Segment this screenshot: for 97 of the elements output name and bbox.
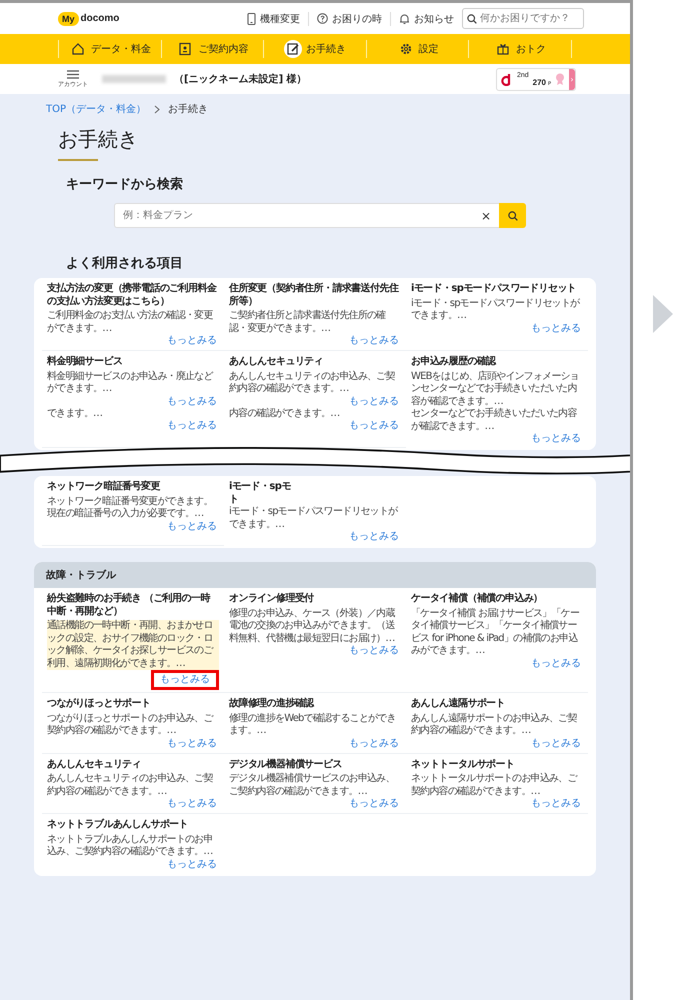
document-icon <box>178 42 192 56</box>
breadcrumb-current: お手続き <box>168 102 208 116</box>
more-link[interactable]: もっとみる <box>529 433 583 445</box>
item-description: ネットトータルサポートのお申込み、ご契約内容の確認ができます。… <box>411 773 578 798</box>
gift-icon <box>496 42 510 56</box>
item-title: オンライン修理受付 <box>229 593 315 606</box>
nav-tab[interactable]: お手続き <box>263 40 366 58</box>
ribbon-icon <box>555 73 565 85</box>
points-value: 270 <box>532 78 546 86</box>
item-description: できます。… <box>47 408 104 420</box>
nav-tab[interactable]: ご契約内容 <box>160 40 264 58</box>
edit-icon <box>286 42 300 56</box>
section-heading: よく利用される項目 <box>66 255 184 272</box>
item-title: お申込み履歴の確認 <box>411 356 498 368</box>
item-description: iモード・spモードパスワードリセットができます。… <box>229 506 399 531</box>
item-description: 通話機能の一時中断・再開、おまかせロックの設定、おサイフ機能のロック・ロック解除、ケータイお探しサービスのご利用、遠隔初期化ができます。… <box>47 620 219 670</box>
more-link[interactable]: もっとみる <box>165 420 219 432</box>
item-description: ネットワーク暗証番号変更ができます。現在の暗証番号の入力が必要です。… <box>47 496 214 520</box>
more-link[interactable]: もっとみる <box>347 420 401 432</box>
item-description: あんしんセキュリティのお申込み、ご契約内容の確認ができます。… <box>47 773 214 798</box>
more-link[interactable]: もっとみる <box>529 798 583 810</box>
item-title: あんしん遠隔サポート <box>411 698 506 710</box>
more-link[interactable]: もっとみる <box>347 645 401 657</box>
d-point-icon <box>501 72 513 86</box>
more-link[interactable]: もっとみる <box>165 520 219 532</box>
item-title: iモード・spモ <box>229 481 292 494</box>
item-description: ご利用料金のお支払い方法の確認・変更ができます。… <box>47 310 214 335</box>
header-link[interactable]: お困りの時 <box>317 12 382 26</box>
item-description: あんしん遠隔サポートのお申込み、ご契約内容の確認ができます。… <box>411 712 578 738</box>
masked-name <box>102 75 166 83</box>
more-link[interactable]: もっとみる <box>529 322 583 334</box>
item-description: つながりほっとサポートのお申込み、ご契約内容の確認ができます。… <box>47 712 214 738</box>
item-description: デジタル機器補償サービスのお申込み、ご契約内容の確認ができます。… <box>229 773 396 798</box>
item-title: ネットワーク暗証番号変更 <box>47 481 162 494</box>
item-description: ネットトラブルあんしんサポートのお申込み、ご契約内容の確認ができます。… <box>47 834 214 858</box>
item-title: つながりほっとサポート <box>47 698 152 710</box>
item-title: 支払方法の変更（携帯電話のご利用料金の支払い方法変更はこちら） <box>47 283 218 308</box>
more-link[interactable]: もっとみる <box>165 858 219 870</box>
header-link[interactable]: 機種変更 <box>247 12 300 26</box>
logo-text[interactable]: docomo <box>80 13 120 24</box>
item-title: ネットトラブルあんしんサポート <box>47 819 190 832</box>
more-link[interactable]: もっとみる <box>347 396 401 408</box>
item-description: センターなどでお手続きいただいた内容が確認できます。… <box>411 408 578 433</box>
item-title: 紛失盗難時のお手続き （ご利用の一時中断・再開など） <box>47 593 212 618</box>
breadcrumb-link[interactable]: TOP（データ・料金） <box>46 102 146 116</box>
more-link[interactable]: もっとみる <box>154 673 216 687</box>
item-description: ご契約者住所と請求書送付先住所の確認・変更ができます。… <box>229 310 386 335</box>
item-title: 住所変更（契約者住所・請求書送付先住所等） <box>229 283 400 308</box>
nav-tab[interactable]: データ・料金 <box>58 40 161 58</box>
item-title: iモード・spモードパスワードリセット <box>411 283 578 296</box>
search-icon <box>467 14 477 24</box>
item-description: iモード・spモードパスワードリセットができます。… <box>411 298 581 322</box>
item-description: 修理のお申込み、ケース（外装）／内蔵電池の交換のお申込みができます。（送料無料、代替機は最短翌日にお届け）… <box>229 608 396 645</box>
search-icon <box>508 210 518 220</box>
nav-tab[interactable]: 設定 <box>366 40 468 58</box>
more-link[interactable]: もっとみる <box>347 335 401 347</box>
clear-button[interactable]: × <box>480 208 491 222</box>
search-field[interactable]: 何かお困りですか？ <box>462 8 584 29</box>
more-link[interactable]: もっとみる <box>165 738 219 750</box>
item-title: ケータイ補償（補償の申込み） <box>411 593 544 606</box>
chevron-icon <box>154 104 160 114</box>
header-link[interactable]: お知らせ <box>399 12 454 26</box>
more-link[interactable]: もっとみる <box>529 658 583 670</box>
more-link[interactable]: もっとみる <box>347 531 401 543</box>
section-heading: キーワードから検索 <box>66 176 184 193</box>
more-link[interactable]: もっとみる <box>529 738 583 750</box>
more-link[interactable]: もっとみる <box>165 335 219 347</box>
item-description: 「ケータイ補償 お届けサービス」「ケータイ補償サービス」「ケータイ補償サービス for iPhone & iPad」の補償のお申込みができます。… <box>411 608 580 658</box>
logo-badge[interactable]: My <box>58 12 79 26</box>
more-link[interactable]: もっとみる <box>165 396 219 408</box>
next-arrow-icon <box>653 295 673 333</box>
item-title: ト <box>229 494 240 506</box>
more-link[interactable]: もっとみる <box>347 798 401 810</box>
item-title: 料金明細サービス <box>47 356 124 368</box>
item-description: あんしんセキュリティのお申込み、ご契約内容の確認ができます。… <box>229 370 396 396</box>
item-title: あんしんセキュリティ <box>229 356 324 368</box>
gear-icon <box>398 42 413 56</box>
phone-icon <box>247 12 256 24</box>
item-title: 故障修理の進捗確認 <box>229 698 316 710</box>
page-title: お手続き <box>58 126 138 161</box>
bell-icon <box>399 12 410 24</box>
more-link[interactable]: もっとみる <box>347 738 401 750</box>
search-button[interactable] <box>499 203 526 228</box>
nickname: （[ニックネーム未設定] 様） <box>174 72 307 86</box>
item-description: 修理の進捗をWebで確認することができます。… <box>229 712 397 738</box>
menu-icon <box>67 70 79 78</box>
item-description: 内容の確認ができます。… <box>229 408 340 420</box>
item-description: WEBをはじめ、店頭やインフォメーションセンターなどでお手続きいただいた内容が確認できます。… <box>411 370 580 408</box>
help-icon <box>317 13 328 24</box>
category-header: 故障・トラブル <box>34 562 596 588</box>
item-description: 料金明細サービスのお申込み・廃止などができます。… <box>47 370 214 396</box>
home-icon <box>70 42 85 56</box>
item-title: デジタル機器補償サービス <box>229 758 343 771</box>
nav-tab[interactable]: おトク <box>468 40 572 58</box>
more-link[interactable]: もっとみる <box>165 798 219 810</box>
item-title: ネットトータルサポート <box>411 758 516 771</box>
item-title: あんしんセキュリティ <box>47 758 142 771</box>
